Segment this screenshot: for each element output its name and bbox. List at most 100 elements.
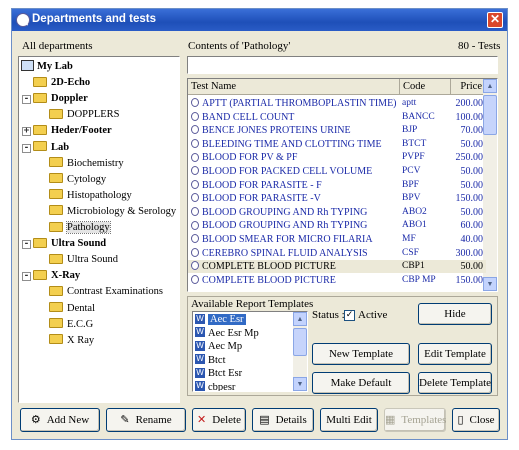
tree-item[interactable]: Contrast Examinations: [49, 284, 163, 300]
list-item[interactable]: Wcbpesr: [195, 381, 235, 391]
tree-item[interactable]: - Doppler: [22, 91, 88, 107]
tests-grid[interactable]: Test Name Code Price ▲ ▼ APTT (PARTIAL T…: [187, 78, 498, 292]
folder-icon: [33, 269, 47, 280]
new-template-button[interactable]: New Template: [312, 343, 410, 365]
template-label: Btct Esr: [208, 368, 243, 379]
active-label: Active: [358, 309, 388, 321]
active-check-icon[interactable]: ✓: [344, 309, 355, 321]
folder-icon: [49, 189, 63, 200]
title-bar[interactable]: ⚗ Departments and tests ✕: [12, 9, 507, 31]
contents-filter-input[interactable]: [187, 56, 498, 74]
col-code[interactable]: Code: [400, 79, 451, 95]
table-row[interactable]: BENCE JONES PROTEINS URINE BJP 70.00: [188, 124, 486, 137]
list-item[interactable]: W Aec Esr: [195, 313, 246, 327]
tree-item[interactable]: DOPPLERS: [49, 107, 120, 123]
expand-plus-icon[interactable]: +: [22, 127, 31, 137]
price-cell: 150.00: [455, 274, 484, 286]
table-row[interactable]: CEREBRO SPINAL FLUID ANALYSIS CSF 300.00: [188, 247, 486, 260]
add-new-button[interactable]: ⚙ Add New: [20, 408, 100, 432]
test-icon: [191, 166, 199, 176]
tree-item[interactable]: + Heder/Footer: [22, 123, 112, 139]
tree-item[interactable]: Microbiology & Serology: [49, 204, 176, 220]
templates-scroll-down-icon[interactable]: ▼: [293, 377, 307, 391]
templates-list[interactable]: Wcbpesr W Btct Esr W Btct W Aec Mp W Aec Esr Mp W…: [192, 311, 308, 392]
test-name-cell: BLOOD FOR PARASITE -V: [191, 192, 399, 205]
folder-icon: [49, 108, 63, 119]
templates-button[interactable]: ▦ Templates: [384, 408, 446, 432]
collapse-minus-icon[interactable]: -: [22, 240, 31, 250]
tree-item[interactable]: E.C.G: [49, 317, 93, 333]
templates-scroll-thumb[interactable]: [293, 328, 307, 356]
table-row[interactable]: BLOOD GROUPING AND Rh TYPING ABO1 60.00: [188, 219, 486, 232]
tree-item[interactable]: Biochemistry: [49, 156, 124, 172]
folder-icon: [49, 221, 63, 232]
test-name-cell: APTT (PARTIAL THROMBOPLASTIN TIME): [191, 97, 399, 110]
hide-button[interactable]: Hide: [418, 303, 492, 325]
details-icon: ▤: [259, 413, 270, 426]
delete-template-button[interactable]: Delete Template: [418, 372, 492, 394]
test-name-cell: COMPLETE BLOOD PICTURE: [191, 260, 399, 273]
tree-item[interactable]: Cytology: [49, 172, 106, 188]
tree-item[interactable]: My Lab: [21, 59, 73, 75]
template-label: Aec Esr: [208, 314, 246, 325]
details-button[interactable]: ▤ Details: [252, 408, 314, 432]
edit-template-button[interactable]: Edit Template: [418, 343, 492, 365]
collapse-minus-icon[interactable]: -: [22, 95, 31, 105]
tree-item[interactable]: X Ray: [49, 333, 94, 349]
template-label: Btct: [208, 354, 226, 366]
test-name: COMPLETE BLOOD PICTURE: [202, 274, 336, 286]
table-row[interactable]: BLOOD FOR PARASITE -V BPV 150.00: [188, 192, 486, 205]
multi-edit-button[interactable]: Multi Edit: [320, 408, 378, 432]
templates-icon: ▦: [385, 413, 396, 426]
delete-button[interactable]: ✕ Delete: [192, 408, 246, 432]
window-close-button[interactable]: ✕: [487, 12, 503, 28]
table-row[interactable]: COMPLETE BLOOD PICTURE CBP MP 150.00: [188, 274, 486, 287]
rename-button[interactable]: ✎ Rename: [106, 408, 186, 432]
grid-header: Test Name Code Price: [188, 79, 486, 95]
code-cell: CSF: [402, 247, 419, 258]
col-price[interactable]: Price: [451, 79, 486, 95]
tree-item[interactable]: Dental: [49, 301, 95, 317]
tree-item[interactable]: Ultra Sound: [49, 252, 118, 268]
templates-scroll-up-icon[interactable]: ▲: [293, 312, 307, 326]
table-row[interactable]: BLEEDING TIME AND CLOTTING TIME BTCT 50.00: [188, 138, 486, 151]
collapse-minus-icon[interactable]: -: [22, 143, 31, 153]
test-name: BLEEDING TIME AND CLOTTING TIME: [202, 138, 382, 150]
template-label: Aec Mp: [208, 341, 243, 352]
list-item[interactable]: W Aec Esr Mp: [195, 327, 259, 341]
word-doc-icon: W: [195, 367, 205, 378]
tree-item-label: Contrast Examinations: [67, 286, 163, 298]
department-tree[interactable]: My Lab 2D-Echo - Doppler DOPPLERS + Heder/Foot…: [18, 56, 180, 403]
tree-item[interactable]: 2D-Echo: [33, 75, 90, 91]
list-item[interactable]: W Btct: [195, 354, 226, 368]
table-row[interactable]: BLOOD GROUPING AND Rh TYPING ABO2 50.00: [188, 206, 486, 219]
code-cell: aptt: [402, 98, 417, 108]
make-default-button[interactable]: Make Default: [312, 372, 410, 394]
tree-item[interactable]: Histopathology: [49, 188, 132, 204]
active-checkbox[interactable]: ✓ Active: [344, 309, 387, 321]
tree-item-label: Biochemistry: [67, 157, 124, 169]
close-button[interactable]: ▯ Close: [452, 408, 500, 432]
price-cell: 200.00: [455, 98, 484, 109]
table-row[interactable]: BLOOD FOR PV & PF PVPF 250.00: [188, 151, 486, 164]
details-label: Details: [275, 414, 307, 426]
table-row[interactable]: COMPLETE BLOOD PICTURE CBP1 50.00: [188, 260, 486, 274]
add-icon: ⚙: [30, 413, 41, 426]
list-item[interactable]: W Btct Esr: [195, 367, 242, 381]
table-row[interactable]: APTT (PARTIAL THROMBOPLASTIN TIME) aptt 20…: [188, 97, 486, 110]
tree-item[interactable]: Pathology: [49, 220, 111, 236]
collapse-minus-icon[interactable]: -: [22, 272, 31, 282]
list-item[interactable]: W Aec Mp: [195, 340, 242, 354]
tree-item[interactable]: - Lab: [22, 140, 69, 156]
test-name: BAND CELL COUNT: [202, 111, 295, 123]
col-test-name[interactable]: Test Name: [188, 79, 400, 95]
table-row[interactable]: BLOOD SMEAR FOR MICRO FILARIA MF 40.00: [188, 233, 486, 246]
table-row[interactable]: BLOOD FOR PARASITE - F BPF 50.00: [188, 179, 486, 192]
scroll-up-arrow-icon[interactable]: ▲: [483, 79, 497, 93]
tree-item[interactable]: - Ultra Sound: [22, 236, 106, 252]
templates-scrollbar[interactable]: ▲ ▼: [293, 312, 307, 391]
test-name-cell: BLOOD FOR PARASITE - F: [191, 179, 399, 192]
tree-item[interactable]: - X-Ray: [22, 268, 80, 284]
table-row[interactable]: BAND CELL COUNT BANCC 100.00: [188, 111, 486, 124]
table-row[interactable]: BLOOD FOR PACKED CELL VOLUME PCV 50.00: [188, 165, 486, 178]
